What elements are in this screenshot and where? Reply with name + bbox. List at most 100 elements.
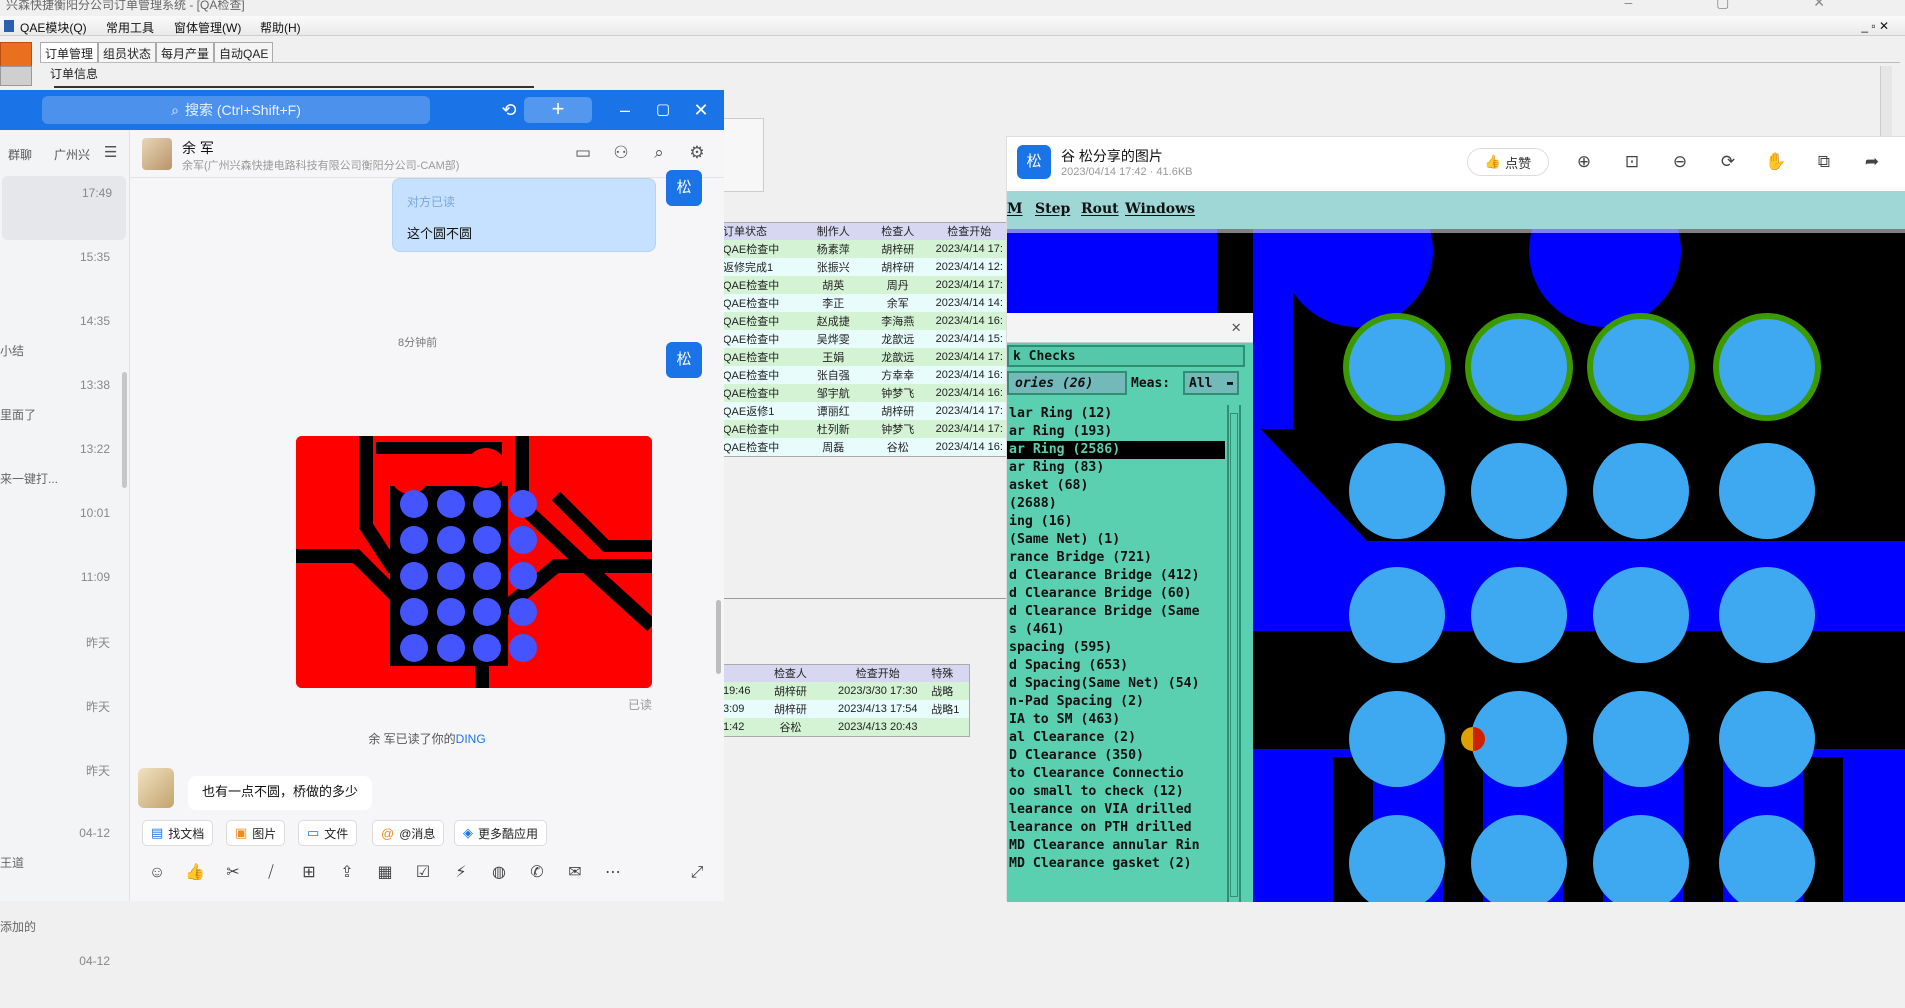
table-row[interactable]: QAE检查中 赵成捷 李海燕 2023/4/14 16: <box>723 312 1009 330</box>
check-item[interactable]: al Clearance (2) <box>1007 729 1225 747</box>
check-item[interactable]: D Clearance (350) <box>1007 747 1225 765</box>
col-checker-2[interactable]: 检查人 <box>757 665 824 682</box>
scissors-icon[interactable]: ✂ <box>222 862 244 884</box>
erp-side-button-2[interactable] <box>0 66 32 86</box>
ding-link[interactable]: DING <box>456 732 486 746</box>
more-apps-button[interactable]: ◈ 更多酷应用 <box>454 820 548 846</box>
conversation-item[interactable]: 17:49 <box>2 176 126 240</box>
conversation-scrollbar[interactable] <box>122 372 127 488</box>
folder-icon[interactable]: ▭ <box>572 142 594 164</box>
checks-scrollbar[interactable] <box>1227 405 1241 902</box>
add-user-icon[interactable]: ⚇ <box>610 142 632 164</box>
conversation-item[interactable]: 11:09 <box>0 560 124 624</box>
conversation-item[interactable]: 15:35 <box>0 240 124 304</box>
check-item[interactable]: d Clearance Bridge (412) <box>1007 567 1225 585</box>
message-bubble[interactable]: 对方已读 这个圆不圆 <box>392 178 656 252</box>
share-icon[interactable]: ➦ <box>1861 151 1883 173</box>
col-check-start[interactable]: 检查开始 <box>930 223 1009 240</box>
hand-icon[interactable]: ✋ <box>1765 151 1787 173</box>
mention-button[interactable]: @ @消息 <box>372 820 445 846</box>
file-button[interactable]: ▭ 文件 <box>298 820 358 846</box>
menu-m[interactable]: M <box>1007 201 1023 217</box>
tab-order-manage[interactable]: 订单管理 <box>40 42 99 64</box>
erp-window-controls[interactable]: – ▢ ✕ <box>1624 0 1865 11</box>
close-icon[interactable]: ✕ <box>688 98 714 122</box>
check-item[interactable]: (2688) <box>1007 495 1225 513</box>
conversation-item[interactable]: 14:35 小结 <box>0 304 124 368</box>
redpacket-icon[interactable]: ◍ <box>488 862 510 884</box>
pcb-image-message[interactable] <box>296 436 652 688</box>
upload-icon[interactable]: ⇪ <box>336 862 358 884</box>
menu-step[interactable]: Step <box>1035 201 1070 217</box>
menu-tools[interactable]: 常用工具 <box>106 19 154 36</box>
conversation-item[interactable]: 昨天 <box>0 688 124 752</box>
zoom-out-icon[interactable]: ⊖ <box>1669 151 1691 173</box>
tab-auto-qae[interactable]: 自动QAE <box>214 42 274 64</box>
check-item[interactable]: ar Ring (83) <box>1007 459 1225 477</box>
like-button[interactable]: 👍 点赞 <box>1467 148 1549 176</box>
col-time[interactable] <box>723 665 757 682</box>
new-button[interactable]: + <box>524 97 592 123</box>
history-icon[interactable]: ⟲ <box>496 98 522 122</box>
check-item[interactable]: MD Clearance gasket (2) <box>1007 855 1225 873</box>
close-icon[interactable]: ✕ <box>1231 317 1241 336</box>
image-button[interactable]: ▣ 图片 <box>226 820 286 846</box>
find-doc-button[interactable]: ▤ 找文档 <box>142 820 214 846</box>
categories-button[interactable]: ories (26) <box>1007 371 1127 395</box>
rotate-icon[interactable]: ⟳ <box>1717 151 1739 173</box>
check-item[interactable]: IA to SM (463) <box>1007 711 1225 729</box>
crop-icon[interactable]: ⧉ <box>1813 151 1835 173</box>
col-maker[interactable]: 制作人 <box>800 223 866 240</box>
conversation-item[interactable]: 10:01 <box>0 496 124 560</box>
table-row[interactable]: QAE检查中 李正 余军 2023/4/14 14: <box>723 294 1009 312</box>
actual-size-icon[interactable]: ⊡ <box>1621 151 1643 173</box>
check-item[interactable]: d Spacing(Same Net) (54) <box>1007 675 1225 693</box>
calendar-icon[interactable]: ▦ <box>374 862 396 884</box>
avatar[interactable] <box>138 768 174 808</box>
table-row[interactable]: 19:46 胡梓研 2023/3/30 17:30 战略 <box>723 682 969 700</box>
table-row[interactable]: QAE检查中 张自强 方幸幸 2023/4/14 16: <box>723 366 1009 384</box>
chat-scrollbar[interactable] <box>716 600 721 674</box>
minimize-icon[interactable]: – <box>612 98 638 122</box>
avatar[interactable]: 松 <box>666 342 702 378</box>
table-row[interactable]: 返修完成1 张振兴 胡梓研 2023/4/14 12: <box>723 258 1009 276</box>
conversation-item[interactable]: 昨天 <box>0 752 124 816</box>
check-item[interactable]: s (461) <box>1007 621 1225 639</box>
more-icon[interactable]: ⋯ <box>602 862 624 884</box>
table-row[interactable]: QAE检查中 周磊 谷松 2023/4/14 16: <box>723 438 1009 456</box>
check-item[interactable]: d Clearance Bridge (Same <box>1007 603 1225 621</box>
checks-scroll-thumb[interactable] <box>1230 413 1238 897</box>
check-item[interactable]: learance on PTH drilled <box>1007 819 1225 837</box>
conversation-item[interactable]: 04-12 王道 <box>0 816 124 880</box>
check-item[interactable]: learance on VIA drilled <box>1007 801 1225 819</box>
col-special[interactable]: 特殊 <box>931 665 969 682</box>
check-item[interactable]: to Clearance Connectio <box>1007 765 1225 783</box>
search-history-icon[interactable]: ⌕ <box>648 142 670 164</box>
menu-qae[interactable]: QAE模块(Q) <box>20 19 87 36</box>
chat-contact-name[interactable]: 余 军 <box>182 138 214 158</box>
avatar[interactable] <box>142 138 172 170</box>
ding-icon[interactable]: ⚡ <box>450 862 472 884</box>
thumbs-up-icon[interactable]: 👍 <box>184 862 206 884</box>
check-item[interactable]: oo small to check (12) <box>1007 783 1225 801</box>
col-order-status[interactable]: 订单状态 <box>723 223 800 240</box>
table-row[interactable]: 1:42 谷松 2023/4/13 20:43 <box>723 718 969 736</box>
mail-icon[interactable]: ✉ <box>564 862 586 884</box>
gear-icon[interactable]: ⚙ <box>686 142 708 164</box>
table-row[interactable]: 3:09 胡梓研 2023/4/13 17:54 战略1 <box>723 700 969 718</box>
task-icon[interactable]: ☑ <box>412 862 434 884</box>
table-row[interactable]: QAE检查中 杨素萍 胡梓研 2023/4/14 17: <box>723 240 1009 258</box>
tab-monthly-output[interactable]: 每月产量 <box>156 42 215 64</box>
zoom-in-icon[interactable]: ⊕ <box>1573 151 1595 173</box>
menu-windows[interactable]: Windows <box>1125 201 1195 217</box>
table-row[interactable]: QAE检查中 吴烨雯 龙歆远 2023/4/14 15: <box>723 330 1009 348</box>
tab-group-chat[interactable]: 群聊 <box>8 146 32 163</box>
call-icon[interactable]: ✆ <box>526 862 548 884</box>
tab-company[interactable]: 广州兴 <box>54 146 90 163</box>
conversation-item[interactable]: 13:38 里面了 <box>0 368 124 432</box>
conversation-item[interactable]: 13:22 来一键打... <box>0 432 124 496</box>
avatar[interactable]: 松 <box>1017 145 1051 179</box>
menu-rout[interactable]: Rout <box>1081 201 1119 217</box>
check-item[interactable]: d Spacing (653) <box>1007 657 1225 675</box>
check-item[interactable]: spacing (595) <box>1007 639 1225 657</box>
